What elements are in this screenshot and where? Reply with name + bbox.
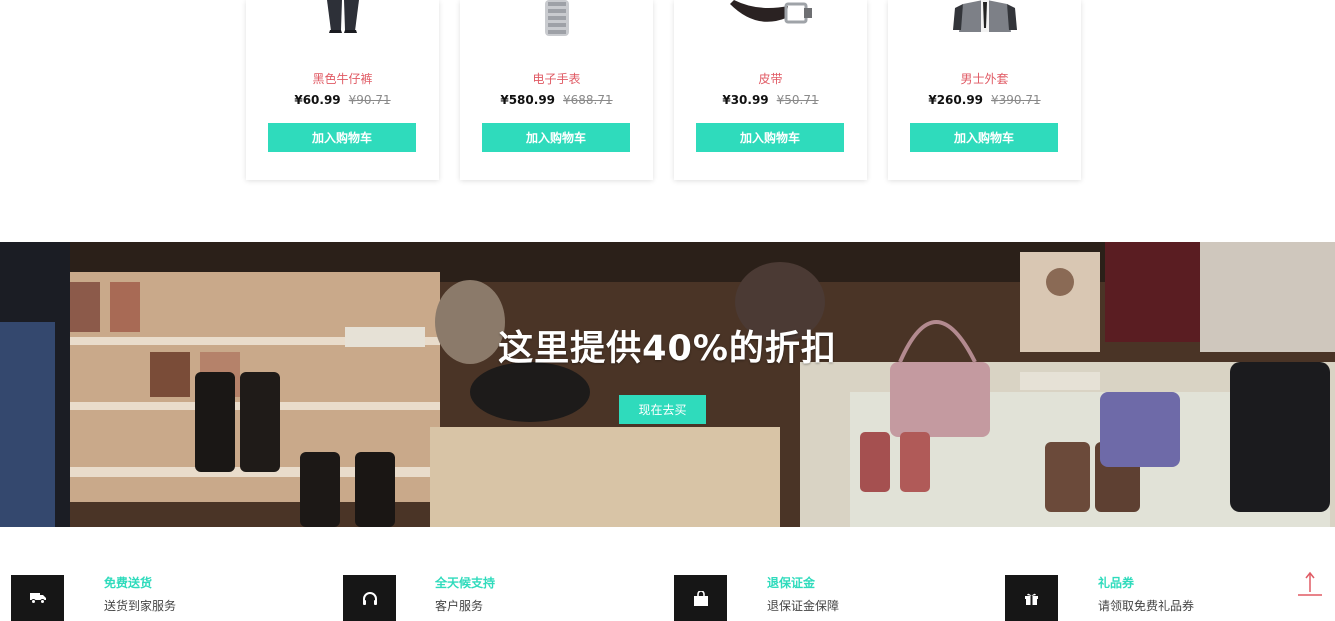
product-prices: ¥580.99 ¥688.71 xyxy=(460,93,653,107)
product-price: ¥580.99 xyxy=(500,93,556,107)
product-old-price: ¥50.71 xyxy=(776,93,819,107)
feature-gift-voucher: 礼品券 请领取免费礼品券 xyxy=(994,527,1314,621)
product-grid: 黑色牛仔裤 ¥60.99 ¥90.71 加入购物车 电子手表 ¥580.99 ¥68… xyxy=(0,0,1335,242)
product-name[interactable]: 男士外套 xyxy=(888,70,1081,87)
product-name[interactable]: 黑色牛仔裤 xyxy=(246,70,439,87)
product-price: ¥60.99 xyxy=(294,93,341,107)
watch-image[interactable] xyxy=(460,0,653,40)
back-to-top-button[interactable] xyxy=(1297,570,1323,598)
feature-deposit-return: 退保证金 退保证金保障 xyxy=(663,527,983,621)
product-prices: ¥30.99 ¥50.71 xyxy=(674,93,867,107)
product-old-price: ¥90.71 xyxy=(348,93,391,107)
belt-image[interactable] xyxy=(674,0,867,40)
product-card[interactable]: 男士外套 ¥260.99 ¥390.71 加入购物车 xyxy=(888,0,1081,180)
product-old-price: ¥390.71 xyxy=(991,93,1041,107)
add-to-cart-button[interactable]: 加入购物车 xyxy=(696,123,844,152)
truck-icon xyxy=(11,575,64,621)
shopping-bag-icon xyxy=(674,575,727,621)
jacket-image[interactable] xyxy=(888,0,1081,40)
add-to-cart-button[interactable]: 加入购物车 xyxy=(910,123,1058,152)
feature-title: 全天候支持 xyxy=(435,576,496,590)
product-card[interactable]: 黑色牛仔裤 ¥60.99 ¥90.71 加入购物车 xyxy=(246,0,439,180)
features-row: 免费送货 送货到家服务 全天候支持 客户服务 退保证金 退保证金保障 礼品券 请… xyxy=(0,527,1335,621)
product-name[interactable]: 皮带 xyxy=(674,70,867,87)
feature-desc: 送货到家服务 xyxy=(104,599,177,613)
jeans-image[interactable] xyxy=(246,0,439,40)
banner-headline: 这里提供40%的折扣 xyxy=(498,329,837,369)
product-old-price: ¥688.71 xyxy=(563,93,613,107)
product-card[interactable]: 皮带 ¥30.99 ¥50.71 加入购物车 xyxy=(674,0,867,180)
product-name[interactable]: 电子手表 xyxy=(460,70,653,87)
feature-title: 礼品券 xyxy=(1098,576,1135,590)
feature-free-shipping: 免费送货 送货到家服务 xyxy=(0,527,320,621)
product-prices: ¥260.99 ¥390.71 xyxy=(888,93,1081,107)
feature-support: 全天候支持 客户服务 xyxy=(332,527,652,621)
product-card[interactable]: 电子手表 ¥580.99 ¥688.71 加入购物车 xyxy=(460,0,653,180)
arrow-up-icon xyxy=(1298,571,1322,596)
product-price: ¥30.99 xyxy=(722,93,769,107)
product-price: ¥260.99 xyxy=(928,93,984,107)
store-background-image xyxy=(0,242,1335,527)
product-prices: ¥60.99 ¥90.71 xyxy=(246,93,439,107)
feature-desc: 客户服务 xyxy=(435,599,484,613)
feature-title: 免费送货 xyxy=(104,576,153,590)
headphones-icon xyxy=(343,575,396,621)
feature-desc: 请领取免费礼品券 xyxy=(1098,599,1195,613)
discount-banner: 这里提供40%的折扣 现在去买 xyxy=(0,242,1335,527)
buy-now-button[interactable]: 现在去买 xyxy=(619,395,706,424)
feature-desc: 退保证金保障 xyxy=(767,599,840,613)
add-to-cart-button[interactable]: 加入购物车 xyxy=(482,123,630,152)
add-to-cart-button[interactable]: 加入购物车 xyxy=(268,123,416,152)
gift-icon xyxy=(1005,575,1058,621)
feature-title: 退保证金 xyxy=(767,576,816,590)
